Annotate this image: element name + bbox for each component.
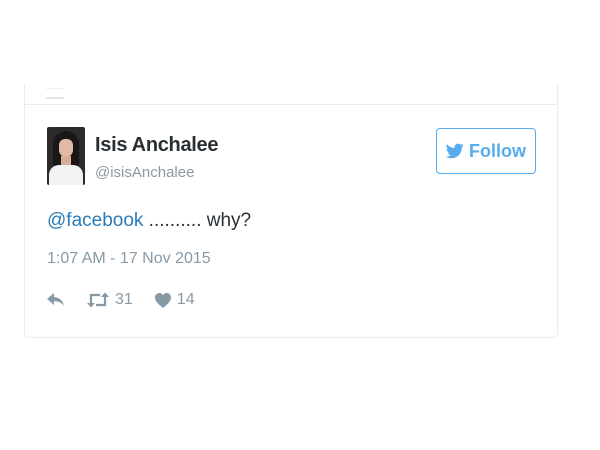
tweet-text: @facebook .......... why? [47,210,251,232]
mention-link[interactable]: @facebook [47,210,143,231]
partial-icon [46,88,64,99]
follow-button[interactable]: Follow [436,128,536,174]
avatar[interactable] [47,127,85,185]
retweet-count: 31 [115,291,133,308]
like-button[interactable]: 14 [154,291,195,309]
retweet-button[interactable]: 31 [87,291,133,309]
bird-icon [446,143,464,159]
heart-icon [154,292,171,308]
card-top-divider [25,84,557,105]
like-count: 14 [176,291,195,308]
tweet-card: Isis Anchalee @isisAnchalee Follow @face… [24,84,558,338]
reply-button[interactable] [47,293,65,307]
display-name[interactable]: Isis Anchalee [95,134,219,157]
tweet-body: .......... why? [143,210,252,231]
tweet-timestamp[interactable]: 1:07 AM - 17 Nov 2015 [47,250,211,268]
retweet-icon [87,292,109,308]
screen-name[interactable]: @isisAnchalee [95,164,194,181]
follow-label: Follow [469,140,526,161]
reply-icon [47,293,64,306]
tweet-actions: 31 14 [47,290,195,310]
